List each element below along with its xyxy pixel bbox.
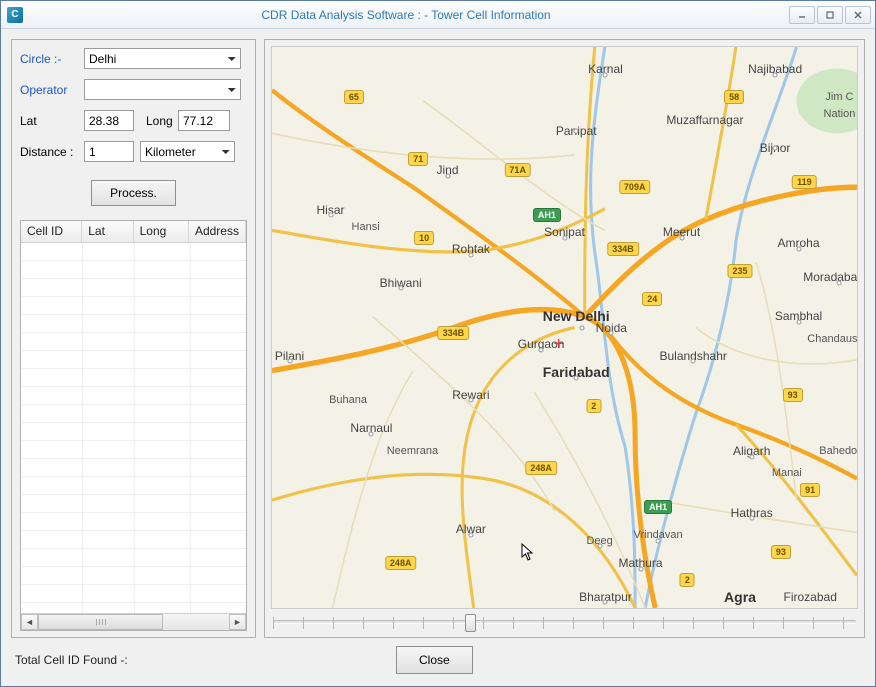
col-long[interactable]: Long — [134, 221, 189, 242]
app-window: C CDR Data Analysis Software : - Tower C… — [0, 0, 876, 687]
window-controls — [789, 6, 875, 24]
scroll-left-button[interactable]: ◄ — [21, 614, 38, 630]
col-cell-id[interactable]: Cell ID — [21, 221, 82, 242]
lat-input[interactable] — [84, 110, 134, 131]
right-panel: KarnalNajibabadPanipatMuzaffarnagarBijno… — [264, 39, 865, 638]
slider-track[interactable] — [273, 620, 856, 624]
close-button[interactable]: Close — [396, 646, 473, 674]
long-input[interactable] — [178, 110, 230, 131]
lat-label: Lat — [20, 114, 84, 128]
slider-thumb[interactable] — [465, 614, 476, 632]
long-label: Long — [146, 114, 178, 128]
horizontal-scrollbar[interactable]: ◄ ► — [21, 613, 246, 630]
form: Circle :- Delhi Operator Lat — [20, 48, 247, 162]
distance-input[interactable] — [84, 141, 134, 162]
results-table: Cell ID Lat Long Address ◄ ► — [20, 220, 247, 631]
distance-unit-select[interactable]: Kilometer — [140, 141, 235, 162]
scroll-right-button[interactable]: ► — [229, 614, 246, 630]
client-area: Circle :- Delhi Operator Lat — [1, 29, 875, 686]
map-view[interactable]: KarnalNajibabadPanipatMuzaffarnagarBijno… — [271, 46, 858, 609]
circle-label: Circle :- — [20, 52, 84, 66]
footer: Total Cell ID Found -: Close — [11, 638, 865, 676]
status-text: Total Cell ID Found -: — [15, 653, 128, 667]
window-title: CDR Data Analysis Software : - Tower Cel… — [23, 8, 789, 22]
left-panel: Circle :- Delhi Operator Lat — [11, 39, 256, 638]
operator-select[interactable] — [84, 79, 241, 100]
circle-select[interactable]: Delhi — [84, 48, 241, 69]
close-window-button[interactable] — [845, 6, 871, 24]
table-body[interactable] — [21, 243, 246, 613]
app-icon: C — [7, 7, 23, 23]
table-header: Cell ID Lat Long Address — [21, 221, 246, 243]
slider-ticks — [273, 617, 856, 629]
operator-label: Operator — [20, 83, 84, 97]
process-button[interactable]: Process. — [91, 180, 176, 206]
scroll-thumb[interactable] — [38, 614, 163, 630]
minimize-button[interactable] — [789, 6, 815, 24]
map-canvas — [272, 47, 857, 608]
col-lat[interactable]: Lat — [82, 221, 133, 242]
main-row: Circle :- Delhi Operator Lat — [11, 39, 865, 638]
maximize-button[interactable] — [817, 6, 843, 24]
map-zoom-slider[interactable] — [271, 609, 858, 631]
col-address[interactable]: Address — [189, 221, 246, 242]
titlebar: C CDR Data Analysis Software : - Tower C… — [1, 1, 875, 29]
distance-label: Distance : — [20, 145, 84, 159]
scroll-track[interactable] — [38, 614, 229, 630]
